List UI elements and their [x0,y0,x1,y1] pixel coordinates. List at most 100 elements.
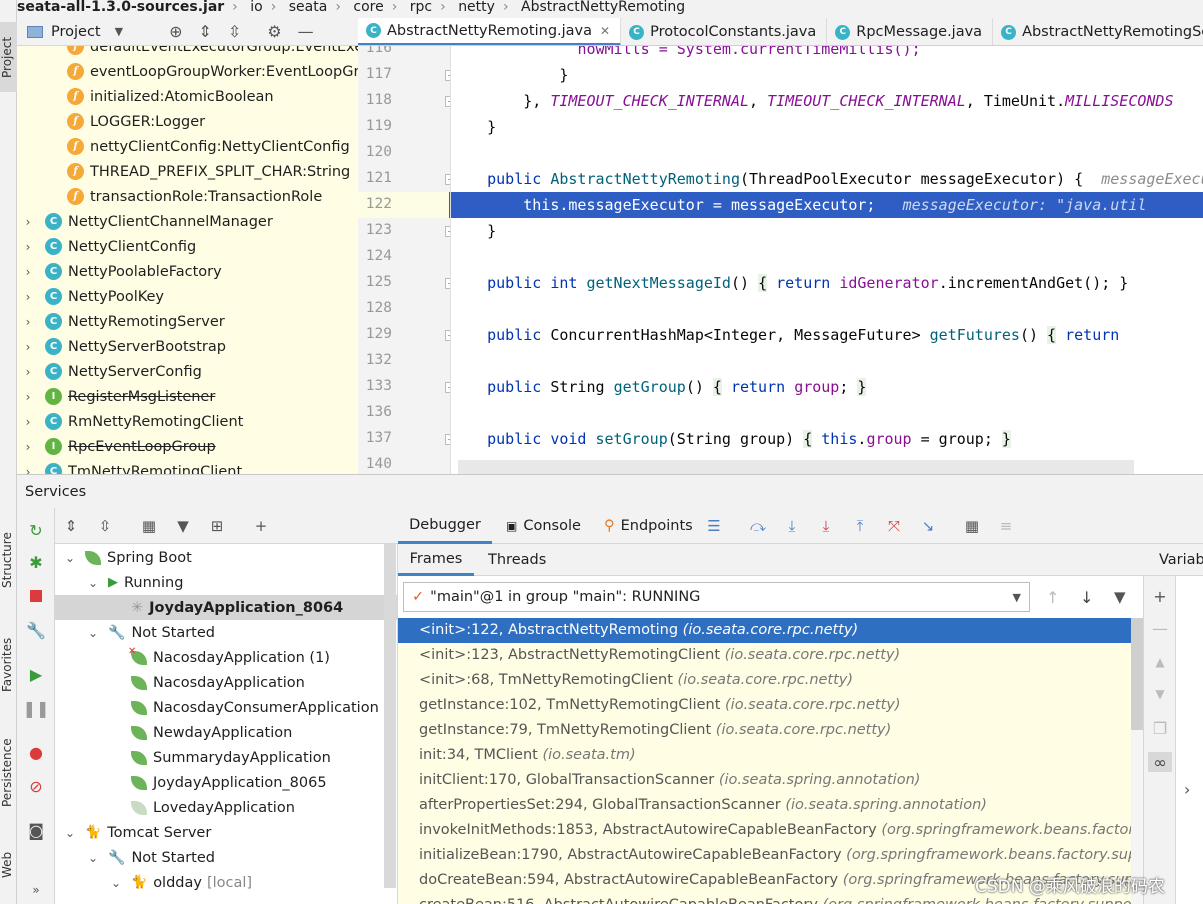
minimize-icon[interactable]: — [298,22,314,41]
stack-frame[interactable]: initializeBean:1790, AbstractAutowireCap… [398,843,1143,868]
step-out-icon[interactable]: ⤒ [850,516,870,536]
service-tree-item[interactable]: ⌄ Spring Boot [55,545,397,570]
chevron-down-icon[interactable]: ⌄ [84,576,102,590]
tab-threads[interactable]: Threads [488,544,546,576]
chevron-right-icon[interactable]: › [19,440,37,454]
rerun-icon[interactable]: ↻ [26,520,46,540]
service-tree-item[interactable]: ⌄ 🔧 Not Started [55,845,397,870]
project-field-item[interactable]: f transactionRole:TransactionRole [17,184,358,209]
code-editor[interactable]: nowMills = System.currentTimeMillis(); }… [451,46,1203,474]
project-class-item[interactable]: › C NettyPoolKey [17,284,358,309]
expand-all-icon[interactable]: ⇕ [61,516,81,536]
evaluate-expression-icon[interactable]: ▦ [962,516,982,536]
project-class-item[interactable]: › C NettyServerConfig [17,359,358,384]
stack-frame[interactable]: <init>:68, TmNettyRemotingClient (io.sea… [398,668,1143,693]
service-tree-item[interactable]: NewdayApplication [55,720,397,745]
stack-frame[interactable]: getInstance:102, TmNettyRemotingClient (… [398,693,1143,718]
editor-tab-abstractnettyremotingserver[interactable]: C AbstractNettyRemotingServe [993,18,1203,45]
project-field-item[interactable]: f initialized:AtomicBoolean [17,84,358,109]
chevron-right-icon[interactable]: › [1184,780,1190,799]
stack-frame[interactable]: getInstance:79, TmNettyRemotingClient (i… [398,718,1143,743]
service-tree-item[interactable]: SummarydayApplication [55,745,397,770]
project-class-item[interactable]: › C TmNettyRemotingClient [17,459,358,474]
collapse-all-icon[interactable]: ⇳ [228,22,241,41]
previous-frame-icon[interactable]: ↑ [1046,588,1059,607]
chevron-down-icon[interactable]: ▼ [115,25,123,38]
tab-frames[interactable]: Frames [398,544,474,576]
chevron-right-icon[interactable]: › [19,290,37,304]
add-service-icon[interactable]: + [251,516,271,536]
remove-watch-icon[interactable]: — [1150,618,1170,638]
locate-icon[interactable]: ⊕ [169,22,182,41]
service-tree-item[interactable]: ✳ JoydayApplication_8064 [55,595,397,620]
project-class-item[interactable]: › C NettyClientChannelManager [17,209,358,234]
drop-frame-icon[interactable]: ⤧ [884,516,904,536]
layout-menu-icon[interactable]: ☰ [704,516,724,536]
breadcrumb-item[interactable]: io [250,0,262,14]
breadcrumb-item[interactable]: seata-all-1.3.0-sources.jar [17,0,224,14]
chevron-right-icon[interactable]: › [19,240,37,254]
project-field-item[interactable]: f LOGGER:Logger [17,109,358,134]
stack-frame[interactable]: afterPropertiesSet:294, GlobalTransactio… [398,793,1143,818]
breadcrumb-item[interactable]: rpc [410,0,432,14]
editor-tab-protocolconstants[interactable]: C ProtocolConstants.java [621,18,828,45]
pause-icon[interactable]: ❚❚ [23,698,50,718]
project-field-item[interactable]: f nettyClientConfig:NettyClientConfig [17,134,358,159]
more-icon[interactable]: » [26,880,46,900]
service-tree-item[interactable]: LovedayApplication [55,795,397,820]
chevron-down-icon[interactable]: ⌄ [61,551,79,565]
chevron-right-icon[interactable]: › [19,415,37,429]
chevron-right-icon[interactable]: › [19,265,37,279]
service-tree-item[interactable]: ✕ NacosdayApplication (1) [55,645,397,670]
breadcrumb-item[interactable]: core [353,0,383,14]
favorites-tool-tab[interactable]: Favorites [0,625,17,705]
camera-icon[interactable]: ◙ [26,820,46,840]
chevron-down-icon[interactable]: ⌄ [61,826,79,840]
wrench-icon[interactable]: 🔧 [26,620,46,640]
editor-tab-rpcmessage[interactable]: C RpcMessage.java [827,18,994,45]
editor-gutter[interactable]: 116117−118−119120121−122123−124125+12812… [358,46,451,474]
project-field-item[interactable]: f defaultEventExecutorGroup:EventExecu [17,46,358,59]
project-class-item[interactable]: › I RegisterMsgListener [17,384,358,409]
debug-icon[interactable]: ✱ [26,552,46,572]
service-tree-item[interactable]: ⌄ ▶ Running [55,570,397,595]
move-down-icon[interactable]: ▼ [1150,684,1170,704]
tab-endpoints[interactable]: ⚲ Endpoints [604,508,693,544]
stop-icon[interactable] [26,586,46,606]
chevron-down-icon[interactable]: ⌄ [107,876,125,890]
persistence-tool-tab[interactable]: Persistence [0,725,17,820]
chevron-right-icon[interactable]: › [19,215,37,229]
thread-selector[interactable]: ✓ "main"@1 in group "main": RUNNING ▼ [403,582,1030,612]
filter-icon[interactable]: ▼ [173,516,193,536]
chevron-down-icon[interactable]: ⌄ [84,626,102,640]
editor-tab-abstractnettyremoting[interactable]: C AbstractNettyRemoting.java ✕ [358,18,622,45]
project-field-item[interactable]: f eventLoopGroupWorker:EventLoopGrou [17,59,358,84]
move-up-icon[interactable]: ▲ [1150,652,1170,672]
project-class-item[interactable]: › C NettyServerBootstrap [17,334,358,359]
expand-all-icon[interactable]: ⇕ [199,22,212,41]
project-tool-tab[interactable]: Project [0,22,17,92]
frames-scrollbar[interactable] [1131,618,1143,904]
project-class-item[interactable]: › C NettyPoolableFactory [17,259,358,284]
show-execution-point-icon[interactable]: ⤼ [748,516,768,536]
stack-frame[interactable]: invokeInitMethods:1853, AbstractAutowire… [398,818,1143,843]
step-into-icon[interactable]: ⤓ [816,516,836,536]
stack-frame[interactable]: init:34, TMClient (io.seata.tm) [398,743,1143,768]
service-tree-item[interactable]: JoydayApplication_8065 [55,770,397,795]
tab-debugger[interactable]: Debugger [398,508,492,544]
project-class-item[interactable]: › C NettyClientConfig [17,234,358,259]
trace-icon[interactable]: ≡ [996,516,1016,536]
group-by-icon[interactable]: ▦ [139,516,159,536]
glasses-icon[interactable]: ∞ [1148,752,1172,772]
copy-icon[interactable]: ❐ [1150,718,1170,738]
stack-frame[interactable]: <init>:122, AbstractNettyRemoting (io.se… [398,618,1143,643]
mute-breakpoints-icon[interactable]: ⊘ [26,776,46,796]
chevron-right-icon[interactable]: › [19,315,37,329]
stack-frame[interactable]: <init>:123, AbstractNettyRemotingClient … [398,643,1143,668]
service-tree-item[interactable]: ⌄ 🔧 Not Started [55,620,397,645]
tab-console[interactable]: ▣ Console [506,508,581,544]
breadcrumb-item[interactable]: netty [458,0,495,14]
new-tab-icon[interactable]: ⊞ [207,516,227,536]
close-icon[interactable]: ✕ [600,24,610,38]
service-tree-item[interactable]: ⌄ 🐈 Tomcat Server [55,820,397,845]
